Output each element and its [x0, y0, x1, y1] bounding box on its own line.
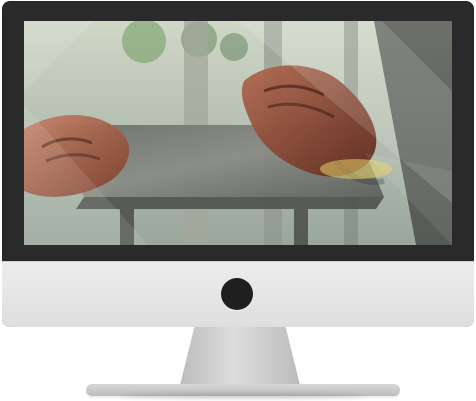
home-button-icon [221, 278, 253, 310]
monitor-stand-neck [180, 327, 300, 385]
device-mockup [0, 0, 476, 401]
screen-photo [24, 21, 452, 245]
stand-shadow [120, 393, 364, 399]
monitor-screen [24, 21, 452, 245]
